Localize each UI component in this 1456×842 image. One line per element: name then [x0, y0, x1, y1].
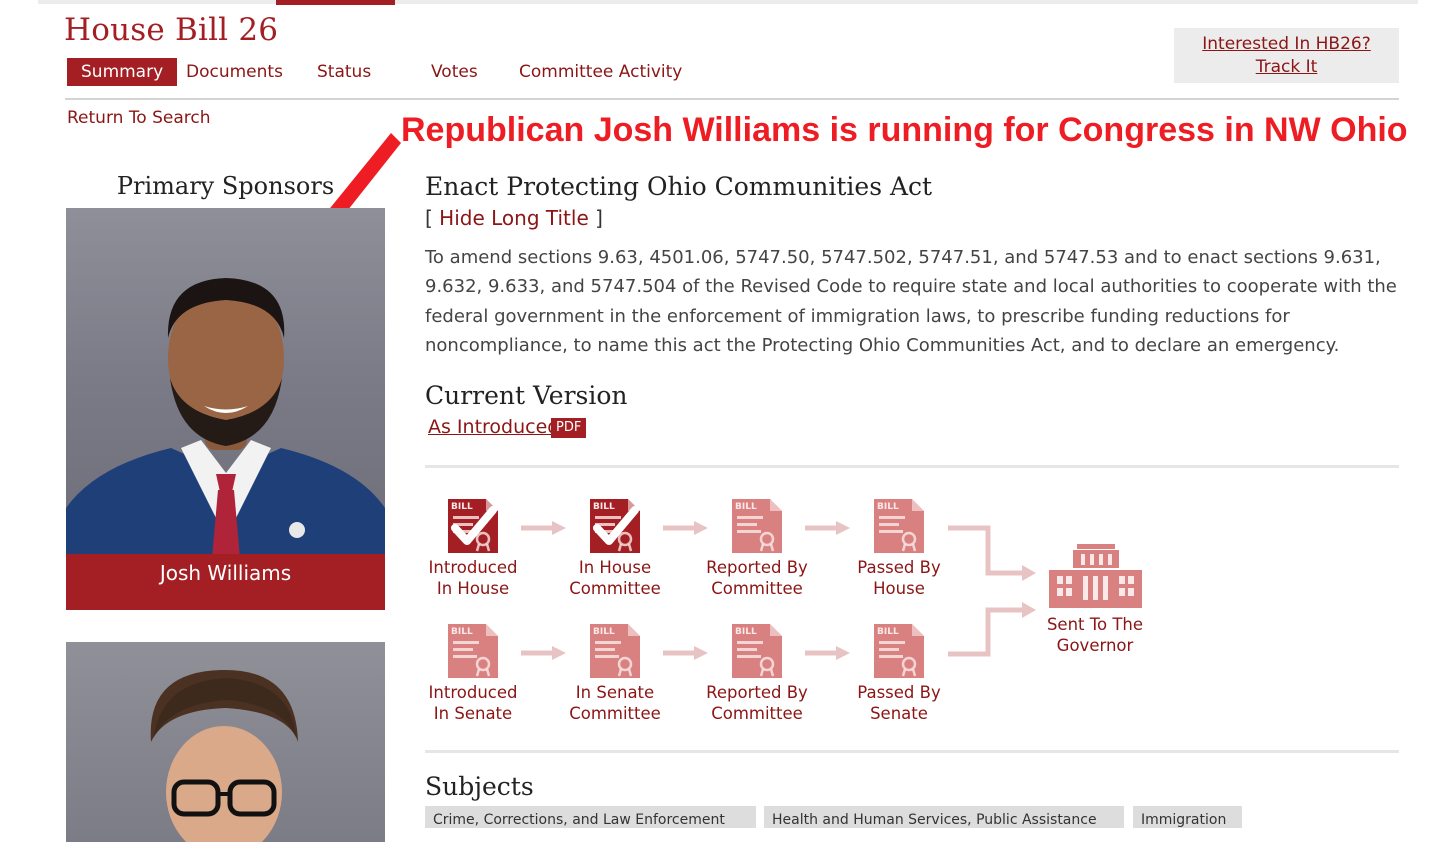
tab-summary[interactable]: Summary [67, 58, 178, 86]
status-step-label: Reported By Committee [706, 683, 808, 723]
step-arrow-icon [805, 646, 850, 660]
governor-building-icon [1049, 544, 1142, 608]
status-step-label: Introduced In House [428, 558, 518, 598]
annotation-text: Republican Josh Williams is running for … [401, 111, 1408, 149]
sponsor-card[interactable] [66, 642, 385, 842]
tab-votes[interactable]: Votes [431, 58, 478, 86]
nav-divider [65, 98, 1399, 100]
status-step-label: Passed By Senate [857, 683, 941, 723]
return-to-search-link[interactable]: Return To Search [67, 108, 211, 128]
sponsor-portrait-image [66, 278, 385, 558]
bill-document-icon: BILL [874, 499, 924, 553]
track-bill-box: Interested In HB26? Track It [1174, 28, 1399, 83]
page-title: House Bill 26 [64, 12, 279, 48]
governor-connector-icon [948, 525, 1036, 657]
step-arrow-icon [521, 646, 566, 660]
long-title-text: To amend sections 9.63, 4501.06, 5747.50… [425, 247, 1397, 356]
bill-document-icon: BILL [590, 624, 640, 678]
tab-status[interactable]: Status [317, 58, 371, 86]
subject-tag[interactable]: Health and Human Services, Public Assist… [764, 806, 1124, 828]
step-arrow-icon [663, 646, 708, 660]
current-version-heading: Current Version [425, 381, 628, 410]
subject-tag[interactable]: Crime, Corrections, and Law Enforcement [425, 806, 756, 828]
bracket-close: ] [595, 206, 603, 230]
svg-text:BILL: BILL [451, 627, 473, 637]
sponsor-card[interactable]: Josh Williams [66, 208, 385, 610]
interested-link[interactable]: Interested In HB26? [1174, 33, 1399, 56]
section-divider [425, 750, 1399, 753]
section-divider [425, 465, 1399, 468]
bracket-open: [ [425, 206, 433, 230]
step-arrow-icon [805, 521, 850, 535]
act-title: Enact Protecting Ohio Communities Act [425, 172, 933, 201]
bill-document-icon: BILL [448, 499, 498, 553]
svg-text:BILL: BILL [877, 502, 899, 512]
svg-text:BILL: BILL [451, 502, 473, 512]
hide-long-title-row: [ Hide Long Title ] [425, 206, 603, 230]
status-step-label: Introduced In Senate [428, 683, 518, 723]
step-arrow-icon [663, 521, 708, 535]
status-step-label: In House Committee [569, 558, 661, 598]
as-introduced-link[interactable]: As Introduced [428, 416, 559, 438]
bill-document-icon: BILL [874, 624, 924, 678]
bill-document-icon: BILL [590, 499, 640, 553]
hide-long-title-link[interactable]: Hide Long Title [439, 206, 589, 230]
tab-committee-activity[interactable]: Committee Activity [519, 58, 682, 86]
sponsors-heading: Primary Sponsors [116, 172, 335, 200]
status-step-label: Sent To The Governor [1046, 615, 1144, 655]
svg-text:BILL: BILL [735, 627, 757, 637]
subject-tag[interactable]: Immigration [1133, 806, 1242, 828]
step-arrow-icon [521, 521, 566, 535]
sponsor-portrait-image [150, 669, 298, 842]
status-step-label: In Senate Committee [569, 683, 661, 723]
pdf-badge[interactable]: PDF [551, 418, 587, 438]
svg-text:BILL: BILL [877, 627, 899, 637]
svg-text:BILL: BILL [593, 502, 615, 512]
svg-text:BILL: BILL [593, 627, 615, 637]
active-tab-accent [276, 0, 395, 5]
top-border [38, 0, 1418, 4]
svg-text:BILL: BILL [735, 502, 757, 512]
bill-document-icon: BILL [732, 624, 782, 678]
tab-documents[interactable]: Documents [186, 58, 283, 86]
track-it-link[interactable]: Track It [1174, 56, 1399, 79]
bill-document-icon: BILL [732, 499, 782, 553]
status-step-label: Reported By Committee [706, 558, 808, 598]
bill-document-icon: BILL [448, 624, 498, 678]
subjects-heading: Subjects [425, 772, 534, 801]
sponsor-name: Josh Williams [66, 554, 385, 610]
